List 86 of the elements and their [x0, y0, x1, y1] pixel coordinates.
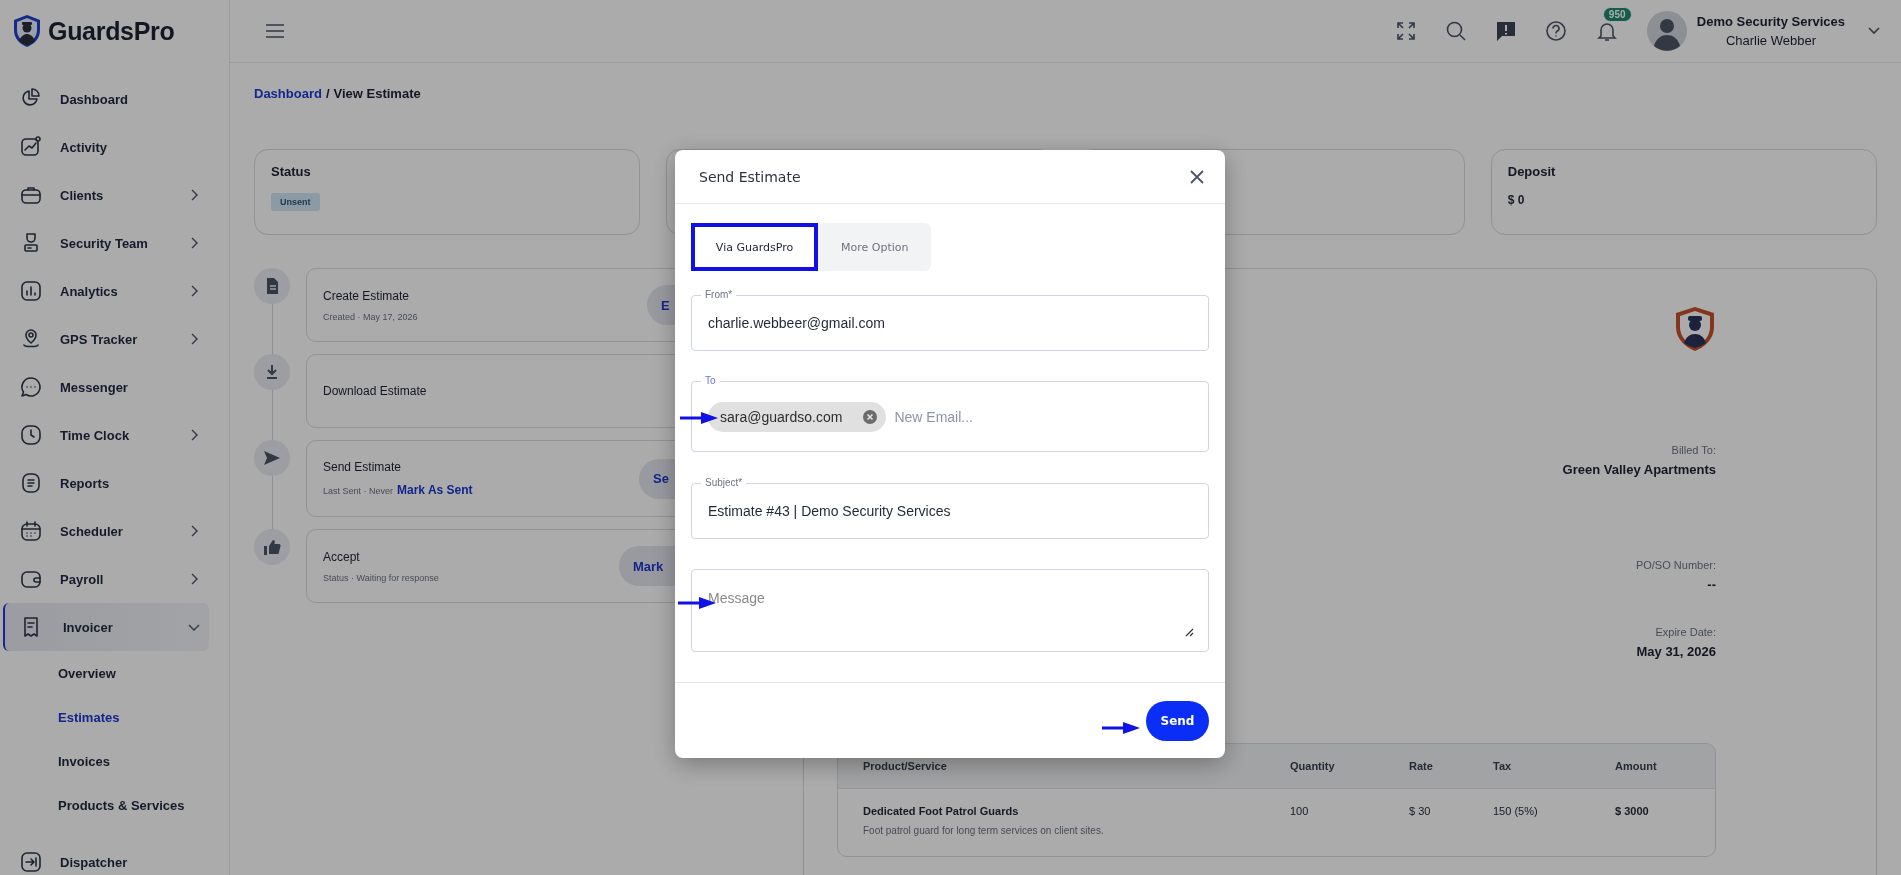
status-badge: Unsent: [271, 193, 320, 211]
sidebar-item[interactable]: Security Team: [0, 219, 209, 267]
shield-logo-icon: [12, 14, 42, 48]
notification-badge: 950: [1602, 7, 1632, 22]
clock-icon: [19, 423, 43, 447]
sidebar-item[interactable]: Time Clock: [0, 411, 209, 459]
annotation-arrow: [1101, 721, 1141, 735]
sidebar-item[interactable]: Messenger: [0, 363, 209, 411]
mark-as-sent-link[interactable]: Mark As Sent: [397, 483, 473, 497]
step-title: Accept: [323, 549, 361, 564]
column-header: Product/Service: [863, 760, 948, 772]
table-cell-text: 150 (5%): [1493, 805, 1539, 819]
bar-chart-icon: [19, 279, 43, 303]
fullscreen-icon[interactable]: [1394, 20, 1417, 42]
chat-bubble-icon: [19, 375, 43, 399]
paper-plane-icon: [262, 448, 282, 468]
breadcrumb-link[interactable]: Dashboard: [254, 85, 322, 101]
field-label: Subject*: [701, 476, 747, 490]
help-icon[interactable]: [1544, 20, 1567, 42]
card-title: Status: [271, 164, 312, 179]
sidebar-item[interactable]: Invoicer: [3, 603, 209, 651]
shield-logo-icon: [1674, 306, 1716, 352]
arrow-into-box-icon: [19, 850, 43, 874]
sidebar-item[interactable]: Analytics: [0, 267, 209, 315]
breadcrumb-current: View Estimate: [333, 85, 421, 101]
table-cell-text: 100: [1290, 805, 1310, 819]
step-title: Download Estimate: [323, 384, 428, 398]
card-value: $ 0: [1507, 193, 1526, 207]
column-header: Tax: [1493, 760, 1513, 772]
sidebar-item[interactable]: Payroll: [0, 555, 209, 603]
po-number-label: PO/SO Number:: [1635, 559, 1716, 571]
document-icon: [19, 471, 43, 495]
user-name: Charlie Webber: [1724, 32, 1817, 50]
field-value: charlie.webbeer@gmail.com: [708, 315, 885, 331]
remove-icon[interactable]: [862, 408, 879, 425]
submenu-item[interactable]: Invoices: [0, 739, 229, 783]
annotation-arrow: [679, 411, 719, 425]
step-detail: Last Sent · Never: [323, 486, 394, 496]
submenu-item[interactable]: Products & Services: [0, 783, 229, 827]
message-placeholder: Message: [708, 590, 765, 606]
expire-date-label: Expire Date:: [1655, 626, 1716, 638]
product-name: Dedicated Foot Patrol Guards: [863, 805, 1020, 817]
field-value: Estimate #43 | Demo Security Services: [708, 503, 951, 519]
resize-handle-icon[interactable]: [1184, 627, 1194, 637]
table-cell-text: $ 30: [1409, 805, 1432, 819]
table-cell-text: $ 3000: [1615, 805, 1650, 819]
brand-name: GuardsPro: [48, 16, 175, 46]
column-header: Rate: [1409, 760, 1434, 772]
close-icon[interactable]: [1189, 168, 1205, 185]
menu-icon[interactable]: [264, 22, 286, 40]
step-title: Create Estimate: [323, 288, 411, 303]
sidebar-item[interactable]: GPS Tracker: [0, 315, 209, 363]
client-name: Green Valley Apartments: [1562, 462, 1716, 477]
billed-to-label: Billed To:: [1671, 444, 1716, 456]
sidebar-item[interactable]: Dispatcher: [0, 838, 209, 875]
company-name: Demo Security Services: [1696, 13, 1845, 31]
feedback-icon[interactable]: [1494, 20, 1517, 42]
card-title: Deposit: [1507, 164, 1557, 179]
sidebar-item[interactable]: Activity: [0, 123, 209, 171]
chip-email: sara@guardso.com: [720, 408, 843, 425]
sidebar-item[interactable]: Dashboard: [0, 75, 209, 123]
chevron-down-icon[interactable]: [1867, 26, 1881, 36]
step-title: Send Estimate: [323, 460, 403, 474]
step-detail: Status · Waiting for response: [323, 572, 439, 583]
submenu-item[interactable]: Estimates: [0, 695, 229, 739]
avatar-icon[interactable]: [1646, 11, 1687, 51]
column-header: Amount: [1615, 760, 1658, 772]
sidebar-item[interactable]: Reports: [0, 459, 209, 507]
activity-icon: [19, 135, 43, 159]
po-number: --: [1707, 577, 1716, 592]
expire-date: May 31, 2026: [1636, 644, 1716, 659]
dialog-title: Send Estimate: [699, 168, 802, 185]
thumbs-up-icon: [262, 537, 282, 557]
step-detail: Created · May 17, 2026: [323, 311, 418, 322]
column-header: Quantity: [1290, 760, 1336, 772]
email-placeholder: New Email...: [894, 408, 973, 425]
breadcrumb-separator: /: [325, 85, 330, 101]
product-description: Foot patrol guard for long term services on client sites.: [863, 825, 1105, 836]
search-icon[interactable]: [1444, 20, 1467, 42]
tab[interactable]: Via GuardsPro: [691, 223, 818, 271]
submenu-item[interactable]: Overview: [0, 651, 229, 695]
sidebar-item[interactable]: Scheduler: [0, 507, 209, 555]
sidebar-item[interactable]: Clients: [0, 171, 209, 219]
calendar-icon: [19, 519, 43, 543]
send-button[interactable]: Send: [1146, 700, 1209, 741]
tab[interactable]: More Option: [818, 223, 932, 271]
